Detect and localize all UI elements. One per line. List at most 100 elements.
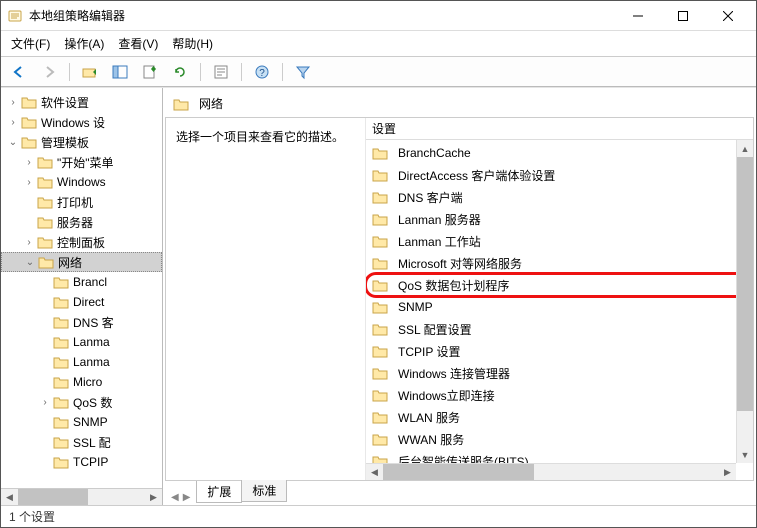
scroll-right-icon[interactable]: ▶ — [719, 464, 736, 480]
tree-list[interactable]: ›软件设置›Windows 设⌄管理模板›"开始"菜单›Windows 打印机服务… — [1, 88, 162, 488]
tree-item[interactable]: Brancl — [1, 272, 162, 292]
folder-icon — [372, 168, 388, 182]
tree-item[interactable]: Micro — [1, 372, 162, 392]
menu-action[interactable]: 操作(A) — [64, 35, 104, 52]
scroll-right-icon[interactable]: ▶ — [145, 489, 162, 505]
list-item-label: WLAN 服务 — [398, 409, 460, 426]
expand-icon[interactable]: › — [21, 157, 37, 168]
folder-icon — [53, 275, 69, 289]
tree-item[interactable]: ⌄ 网络 — [1, 252, 162, 272]
tree-item[interactable]: Lanma — [1, 332, 162, 352]
list-item-label: DirectAccess 客户端体验设置 — [398, 167, 555, 184]
column-header-setting[interactable]: 设置 — [366, 118, 753, 140]
main-body: ›软件设置›Windows 设⌄管理模板›"开始"菜单›Windows 打印机服务… — [1, 87, 756, 505]
tree-item-label: 网络 — [58, 254, 82, 271]
up-button[interactable] — [78, 60, 102, 84]
list-item-label: Microsoft 对等网络服务 — [398, 255, 522, 272]
folder-icon — [37, 155, 53, 169]
filter-button[interactable] — [291, 60, 315, 84]
tree-item[interactable]: TCPIP — [1, 452, 162, 472]
folder-icon — [38, 255, 54, 269]
export-button[interactable] — [138, 60, 162, 84]
menu-help[interactable]: 帮助(H) — [172, 35, 213, 52]
menu-file[interactable]: 文件(F) — [11, 35, 50, 52]
tab-scroll-right-icon[interactable]: ▶ — [183, 492, 191, 503]
folder-icon — [372, 146, 388, 160]
show-hide-tree-button[interactable] — [108, 60, 132, 84]
tab-standard[interactable]: 标准 — [241, 480, 287, 502]
view-tabs: ◀ ▶ 扩展 标准 — [165, 481, 754, 503]
tab-scroll-left-icon[interactable]: ◀ — [171, 492, 179, 503]
scroll-down-icon[interactable]: ▼ — [737, 446, 753, 463]
folder-icon — [37, 215, 53, 229]
expand-icon[interactable]: › — [21, 177, 37, 188]
list-item[interactable]: TCPIP 设置 — [366, 340, 753, 362]
tree-hscrollbar[interactable]: ◀ ▶ — [1, 488, 162, 505]
expand-icon[interactable]: › — [21, 237, 37, 248]
tree-item[interactable]: ⌄管理模板 — [1, 132, 162, 152]
tree-item[interactable]: SNMP — [1, 412, 162, 432]
tree-item[interactable]: 服务器 — [1, 212, 162, 232]
tree-item[interactable]: 打印机 — [1, 192, 162, 212]
collapse-icon[interactable]: ⌄ — [22, 257, 38, 268]
back-button[interactable] — [7, 60, 31, 84]
folder-icon — [21, 115, 37, 129]
list-item[interactable]: SSL 配置设置 — [366, 318, 753, 340]
collapse-icon[interactable]: ⌄ — [5, 137, 21, 148]
forward-button[interactable] — [37, 60, 61, 84]
tree-item-label: Brancl — [73, 275, 107, 289]
list-hscrollbar[interactable]: ◀ ▶ — [366, 463, 736, 480]
list-item[interactable]: Microsoft 对等网络服务 — [366, 252, 753, 274]
status-text: 1 个设置 — [9, 508, 55, 525]
folder-icon — [372, 432, 388, 446]
list-item[interactable]: BranchCache — [366, 142, 753, 164]
list-vscrollbar[interactable]: ▲ ▼ — [736, 140, 753, 463]
scroll-up-icon[interactable]: ▲ — [737, 140, 753, 157]
tree-item[interactable]: ›Windows 设 — [1, 112, 162, 132]
minimize-button[interactable] — [615, 2, 660, 30]
tree-item[interactable]: ›Windows — [1, 172, 162, 192]
menu-view[interactable]: 查看(V) — [118, 35, 158, 52]
list-item[interactable]: WWAN 服务 — [366, 428, 753, 450]
description-text: 选择一个项目来查看它的描述。 — [176, 128, 355, 145]
svg-text:?: ? — [259, 68, 265, 79]
tree-item-label: Lanma — [73, 355, 110, 369]
close-button[interactable] — [705, 2, 750, 30]
list-item[interactable]: SNMP — [366, 296, 753, 318]
maximize-button[interactable] — [660, 2, 705, 30]
list-item-label: Windows 连接管理器 — [398, 365, 510, 382]
refresh-button[interactable] — [168, 60, 192, 84]
tree-item-label: TCPIP — [73, 455, 108, 469]
list-item[interactable]: DNS 客户端 — [366, 186, 753, 208]
scroll-left-icon[interactable]: ◀ — [366, 464, 383, 480]
tree-item[interactable]: Direct — [1, 292, 162, 312]
tree-item[interactable]: SSL 配 — [1, 432, 162, 452]
expand-icon[interactable]: › — [5, 97, 21, 108]
scroll-left-icon[interactable]: ◀ — [1, 489, 18, 505]
folder-icon — [372, 410, 388, 424]
tree-item[interactable]: ›QoS 数 — [1, 392, 162, 412]
expand-icon[interactable]: › — [5, 117, 21, 128]
tree-item[interactable]: DNS 客 — [1, 312, 162, 332]
tree-item[interactable]: ›"开始"菜单 — [1, 152, 162, 172]
list-item[interactable]: DirectAccess 客户端体验设置 — [366, 164, 753, 186]
list-item[interactable]: Lanman 工作站 — [366, 230, 753, 252]
help-button[interactable]: ? — [250, 60, 274, 84]
content-panel: 网络 选择一个项目来查看它的描述。 设置 BranchCacheDirectAc… — [163, 88, 756, 505]
tree-item-label: 打印机 — [57, 194, 93, 211]
tree-item[interactable]: Lanma — [1, 352, 162, 372]
properties-button[interactable] — [209, 60, 233, 84]
tree-item[interactable]: ›软件设置 — [1, 92, 162, 112]
list-item[interactable]: Lanman 服务器 — [366, 208, 753, 230]
toolbar: ? — [1, 57, 756, 87]
tree-item[interactable]: ›控制面板 — [1, 232, 162, 252]
list-item[interactable]: Windows立即连接 — [366, 384, 753, 406]
list-item[interactable]: Windows 连接管理器 — [366, 362, 753, 384]
list-item[interactable]: QoS 数据包计划程序 — [366, 274, 753, 296]
tree-item-label: DNS 客 — [73, 314, 114, 331]
folder-icon — [53, 435, 69, 449]
tab-extended[interactable]: 扩展 — [196, 481, 242, 503]
expand-icon[interactable]: › — [37, 397, 53, 408]
list-item[interactable]: WLAN 服务 — [366, 406, 753, 428]
list-item-label: DNS 客户端 — [398, 189, 463, 206]
